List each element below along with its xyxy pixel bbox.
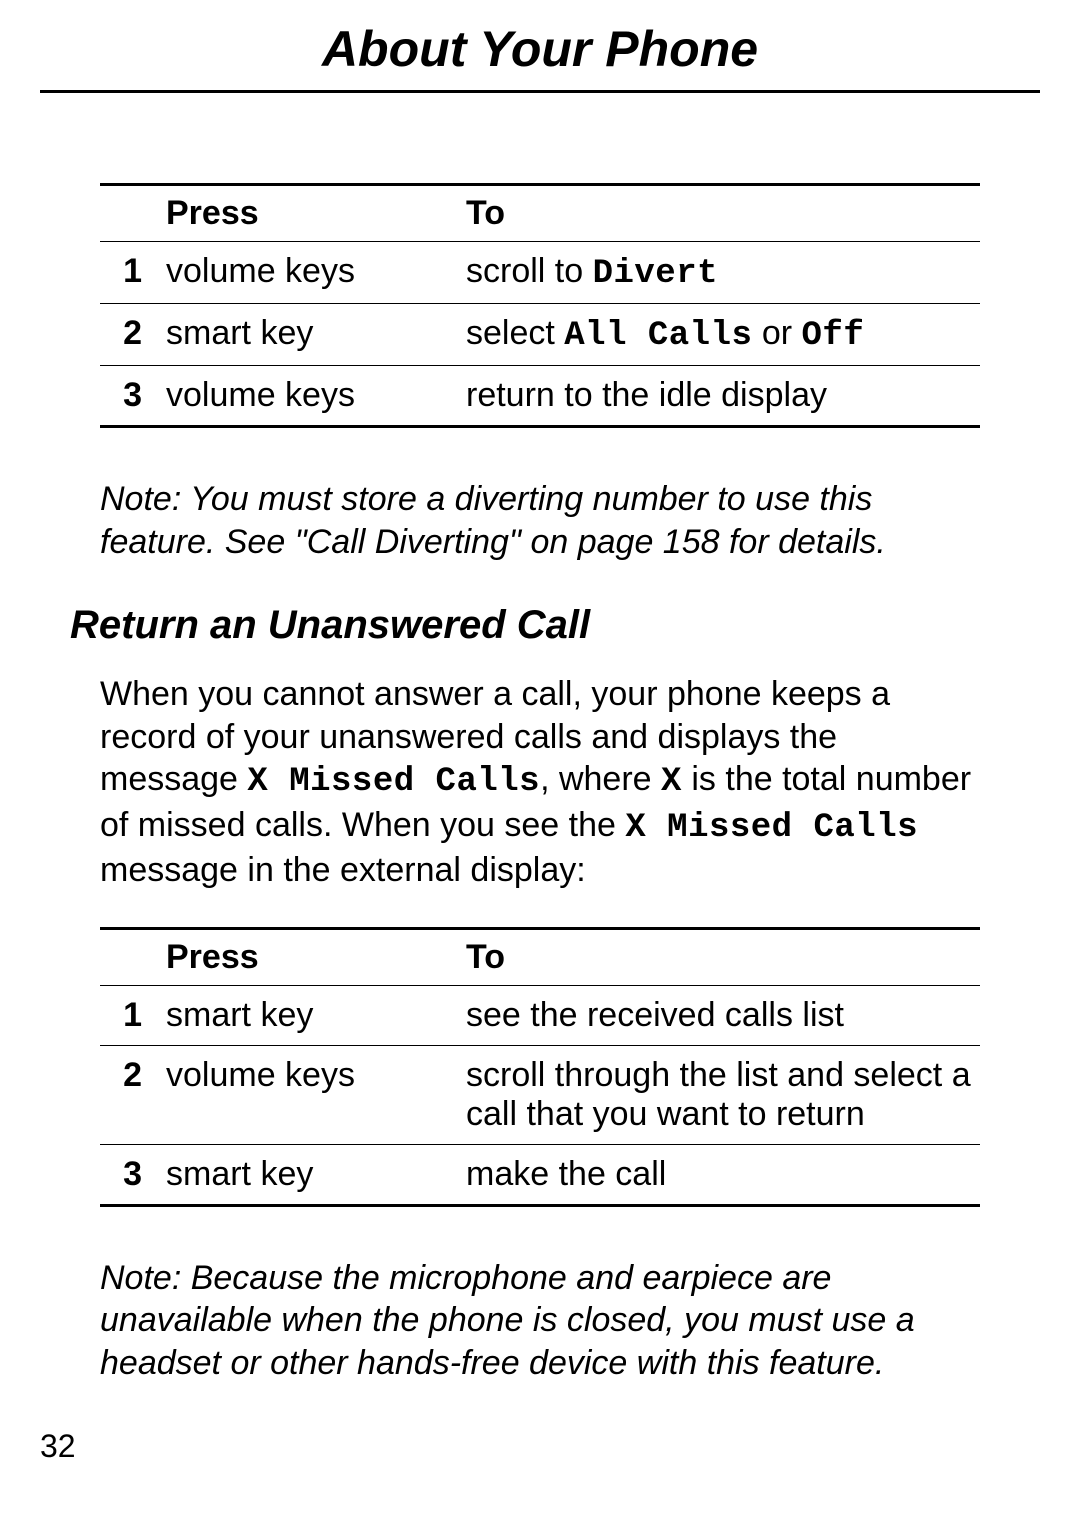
table-row: 2 smart key select All Calls or Off <box>100 304 980 366</box>
to-cell: make the call <box>460 1144 980 1205</box>
step-number: 3 <box>100 1144 160 1205</box>
to-cell: select All Calls or Off <box>460 304 980 366</box>
step-number: 2 <box>100 304 160 366</box>
table-row: 3 smart key make the call <box>100 1144 980 1205</box>
note-1: Note: You must store a diverting number … <box>100 478 980 563</box>
step-number: 1 <box>100 242 160 304</box>
to-cell: scroll to Divert <box>460 242 980 304</box>
table2-header-press: Press <box>160 928 460 985</box>
content-area: Press To 1 volume keys scroll to Divert … <box>40 183 1040 1384</box>
step-number: 3 <box>100 366 160 427</box>
press-cell: volume keys <box>160 366 460 427</box>
step-number: 2 <box>100 1045 160 1144</box>
to-cell: return to the idle display <box>460 366 980 427</box>
table1-header-press: Press <box>160 185 460 242</box>
press-cell: smart key <box>160 985 460 1045</box>
table-row: 2 volume keys scroll through the list an… <box>100 1045 980 1144</box>
paragraph-intro: When you cannot answer a call, your phon… <box>100 673 980 892</box>
press-cell: volume keys <box>160 1045 460 1144</box>
table2-header-to: To <box>460 928 980 985</box>
press-cell: smart key <box>160 1144 460 1205</box>
step-number: 1 <box>100 985 160 1045</box>
to-cell: see the received calls list <box>460 985 980 1045</box>
instruction-table-1: Press To 1 volume keys scroll to Divert … <box>100 183 980 428</box>
press-cell: smart key <box>160 304 460 366</box>
instruction-table-2: Press To 1 smart key see the received ca… <box>100 927 980 1207</box>
subheading-return-call: Return an Unanswered Call <box>70 603 980 648</box>
table-row: 1 smart key see the received calls list <box>100 985 980 1045</box>
table-row: 3 volume keys return to the idle display <box>100 366 980 427</box>
press-cell: volume keys <box>160 242 460 304</box>
note-2: Note: Because the microphone and earpiec… <box>100 1257 980 1385</box>
table-row: 1 volume keys scroll to Divert <box>100 242 980 304</box>
page-number: 32 <box>40 1428 76 1465</box>
table1-header-to: To <box>460 185 980 242</box>
page-title: About Your Phone <box>40 20 1040 93</box>
to-cell: scroll through the list and select a cal… <box>460 1045 980 1144</box>
